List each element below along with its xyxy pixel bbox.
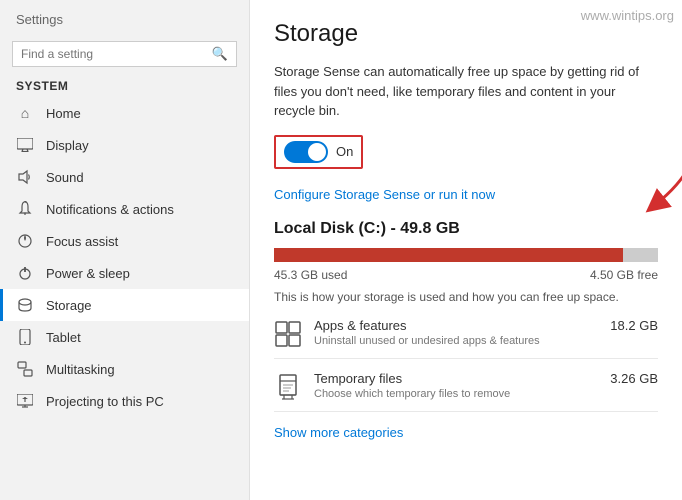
apps-size: 18.2 GB <box>610 318 658 333</box>
tablet-icon <box>16 328 34 346</box>
temp-subtitle: Choose which temporary files to remove <box>314 388 598 400</box>
temp-size: 3.26 GB <box>610 371 658 386</box>
sidebar-item-label: Notifications & actions <box>46 202 174 217</box>
sidebar-item-label: Sound <box>46 170 84 185</box>
temp-title: Temporary files <box>314 371 598 386</box>
search-input[interactable] <box>21 47 210 61</box>
apps-subtitle: Uninstall unused or undesired apps & fea… <box>314 335 598 347</box>
storage-item-temp[interactable]: Temporary files Choose which temporary f… <box>274 371 658 412</box>
notifications-icon <box>16 200 34 218</box>
sidebar-item-label: Projecting to this PC <box>46 394 164 409</box>
apps-title: Apps & features <box>314 318 598 333</box>
sidebar-item-focus[interactable]: Focus assist <box>0 225 249 257</box>
sidebar-item-label: Focus assist <box>46 234 118 249</box>
local-disk-title: Local Disk (C:) - 49.8 GB <box>274 220 658 238</box>
watermark: www.wintips.org <box>581 8 674 23</box>
sidebar-item-projecting[interactable]: Projecting to this PC <box>0 385 249 417</box>
storage-icon <box>16 296 34 314</box>
search-box[interactable]: 🔍 <box>12 41 237 67</box>
storage-sense-toggle[interactable] <box>284 141 328 163</box>
disk-stats-row: 45.3 GB used 4.50 GB free <box>274 268 658 282</box>
focus-icon <box>16 232 34 250</box>
sidebar-item-label: Tablet <box>46 330 81 345</box>
show-more-categories-link[interactable]: Show more categories <box>274 425 403 440</box>
projecting-icon <box>16 392 34 410</box>
apps-details: Apps & features Uninstall unused or unde… <box>314 318 598 347</box>
storage-item-apps[interactable]: Apps & features Uninstall unused or unde… <box>274 318 658 359</box>
app-title: Settings <box>0 0 249 35</box>
sidebar-item-label: Multitasking <box>46 362 115 377</box>
temp-files-icon <box>274 373 302 401</box>
disk-used-fill <box>274 248 623 262</box>
toggle-row[interactable]: On <box>274 135 363 169</box>
sidebar-item-label: Power & sleep <box>46 266 130 281</box>
search-icon: 🔍 <box>212 46 228 62</box>
multitasking-icon <box>16 360 34 378</box>
sound-icon <box>16 168 34 186</box>
apps-icon <box>274 320 302 348</box>
sidebar-item-sound[interactable]: Sound <box>0 161 249 193</box>
sidebar-nav: ⌂ Home Display Sound Notifications & act… <box>0 97 249 417</box>
system-section-label: System <box>0 75 249 97</box>
disk-free-label: 4.50 GB free <box>590 268 658 282</box>
power-icon <box>16 264 34 282</box>
home-icon: ⌂ <box>16 104 34 122</box>
sidebar-item-display[interactable]: Display <box>0 129 249 161</box>
sidebar-item-tablet[interactable]: Tablet <box>0 321 249 353</box>
configure-storage-link[interactable]: Configure Storage Sense or run it now <box>274 187 658 202</box>
disk-usage-bar <box>274 248 658 262</box>
main-content: www.wintips.org Storage Storage Sense ca… <box>250 0 682 500</box>
temp-details: Temporary files Choose which temporary f… <box>314 371 598 400</box>
page-title: Storage <box>274 20 658 48</box>
sidebar-item-power[interactable]: Power & sleep <box>0 257 249 289</box>
sidebar-item-home[interactable]: ⌂ Home <box>0 97 249 129</box>
display-icon <box>16 136 34 154</box>
disk-used-label: 45.3 GB used <box>274 268 347 282</box>
sidebar-item-label: Home <box>46 106 81 121</box>
storage-description: Storage Sense can automatically free up … <box>274 62 658 121</box>
sidebar-item-label: Display <box>46 138 89 153</box>
red-arrow-annotation <box>620 155 682 215</box>
disk-description: This is how your storage is used and how… <box>274 290 658 304</box>
sidebar-item-storage[interactable]: Storage <box>0 289 249 321</box>
sidebar-item-label: Storage <box>46 298 92 313</box>
sidebar-item-multitasking[interactable]: Multitasking <box>0 353 249 385</box>
sidebar: Settings 🔍 System ⌂ Home Display Sound <box>0 0 250 500</box>
toggle-label: On <box>336 144 353 159</box>
sidebar-item-notifications[interactable]: Notifications & actions <box>0 193 249 225</box>
